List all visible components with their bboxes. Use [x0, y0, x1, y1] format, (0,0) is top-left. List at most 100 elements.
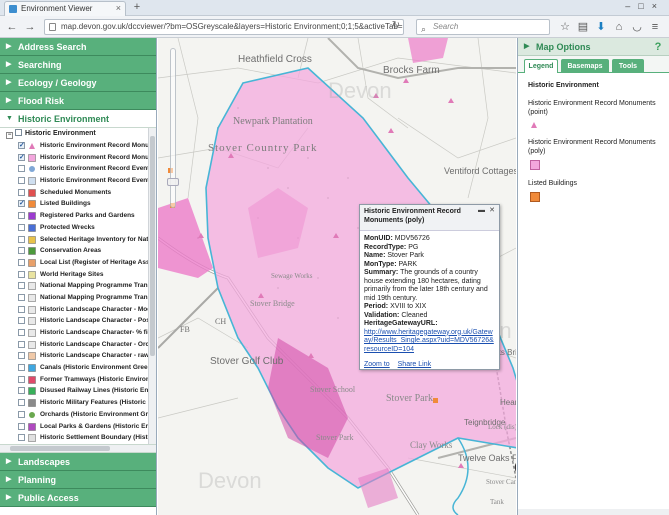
layer-item[interactable]: Historic Settlement Boundary (Historic [0, 432, 148, 444]
layer-item[interactable]: Canals (Historic Environment Green In [0, 362, 148, 374]
collapse-icon[interactable]: − [6, 132, 13, 139]
layer-checkbox[interactable] [18, 140, 25, 152]
layer-checkbox[interactable] [18, 177, 25, 185]
layer-item[interactable]: Former Tramways (Historic Environme [0, 374, 148, 386]
layer-item[interactable]: Disused Railway Lines (Historic Enviro [0, 385, 148, 397]
section-searching[interactable]: ▶ Searching [0, 56, 156, 74]
layer-checkbox[interactable] [18, 329, 25, 336]
layer-checkbox[interactable] [18, 282, 25, 290]
layer-checkbox[interactable] [18, 165, 25, 173]
layer-item[interactable]: Historic Landscape Character - raw da [0, 350, 148, 362]
section-historic-environment[interactable]: ▼ Historic Environment [0, 110, 156, 128]
layer-checkbox[interactable] [18, 152, 25, 163]
layer-checkbox[interactable] [18, 212, 25, 220]
map-label: Sewage Works [271, 272, 313, 280]
layer-checkbox[interactable] [18, 340, 25, 348]
layer-checkbox[interactable] [18, 305, 25, 313]
reading-list-icon[interactable]: ▤ [574, 19, 592, 35]
tab-legend[interactable]: Legend [524, 59, 558, 73]
layer-item[interactable]: Registered Parks and Gardens [0, 210, 148, 222]
menu-icon[interactable]: ≡ [646, 19, 664, 35]
layer-checkbox[interactable] [18, 293, 25, 301]
close-icon[interactable]: ✕ [489, 207, 495, 216]
layer-item[interactable]: National Mapping Programme Transcrip [0, 292, 148, 304]
hscrollbar-thumb[interactable] [10, 446, 110, 451]
url-bar[interactable]: map.devon.gov.uk/dccviewer/?bm=OSGreysca… [44, 19, 404, 35]
layer-item[interactable]: Historic Military Features (Historic Env [0, 397, 148, 409]
pocket-icon[interactable]: ◡ [628, 19, 646, 35]
layer-item[interactable]: Protected Wrecks [0, 222, 148, 234]
layer-checkbox[interactable] [18, 223, 25, 231]
layer-checkbox[interactable] [18, 399, 25, 407]
section-landscapes[interactable]: ▶ Landscapes [0, 453, 156, 471]
tab-tools[interactable]: Tools [612, 59, 644, 73]
layer-checkbox[interactable] [18, 247, 25, 255]
layer-tree-hscrollbar[interactable] [0, 445, 156, 453]
layer-item[interactable]: Historic Environment Record Monume [0, 140, 148, 152]
layer-checkbox[interactable] [18, 375, 25, 383]
map-label: Clay Works [410, 440, 453, 450]
layer-checkbox[interactable] [18, 235, 25, 243]
map-options-title: Map Options [536, 42, 591, 52]
layer-item[interactable]: Historic Landscape Character - Postme [0, 315, 148, 327]
layer-item[interactable]: Historic Environment Record Monume [0, 152, 148, 163]
layer-checkbox[interactable] [18, 410, 25, 418]
map-options-header[interactable]: ▶ Map Options ? [518, 38, 669, 56]
layer-item[interactable]: Orchards (Historic Environment Green [0, 409, 148, 421]
layer-checkbox[interactable] [18, 434, 25, 442]
back-button[interactable]: ← [4, 19, 20, 35]
close-tab-icon[interactable]: × [116, 2, 121, 15]
tab-basemaps[interactable]: Basemaps [561, 59, 609, 73]
layer-item[interactable]: Historic Environment Record Events (p [0, 163, 148, 175]
heritage-gateway-link[interactable]: http://www.heritagegateway.org.uk/Gatewa… [364, 329, 495, 355]
layer-item[interactable]: Historic Landscape Character - Orcharc [0, 339, 148, 351]
forward-button[interactable]: → [22, 19, 38, 35]
section-flood-risk[interactable]: ▶ Flood Risk [0, 92, 156, 110]
layer-item[interactable]: Conservation Areas [0, 245, 148, 257]
layer-item[interactable]: Historic Environment Record Events (p [0, 175, 148, 187]
section-label: Landscapes [18, 457, 71, 467]
layer-checkbox[interactable] [18, 422, 25, 430]
share-link[interactable]: Share Link [398, 361, 431, 368]
minimize-icon[interactable]: ▬ [478, 207, 485, 216]
legend-hscrollbar[interactable] [518, 509, 669, 515]
zoom-to-link[interactable]: Zoom to [364, 361, 390, 368]
section-address-search[interactable]: ▶ Address Search [0, 38, 156, 56]
home-icon[interactable]: ⌂ [610, 19, 628, 35]
layer-checkbox[interactable] [18, 352, 25, 360]
section-public-access[interactable]: ▶ Public Access [0, 489, 156, 507]
group-checkbox[interactable] [15, 129, 22, 136]
layer-item[interactable]: Scheduled Monuments [0, 187, 148, 199]
layer-item[interactable]: National Mapping Programme Transcrip [0, 280, 148, 292]
reload-icon[interactable]: ↻ [390, 19, 402, 33]
window-controls[interactable]: –□× [625, 1, 665, 11]
browser-tab[interactable]: Environment Viewer × [4, 1, 126, 16]
tree-root[interactable]: − Historic Environment [0, 128, 156, 140]
layer-item[interactable]: Historic Landscape Character - Modern [0, 304, 148, 316]
bookmark-star-icon[interactable]: ☆ [556, 19, 574, 35]
layer-checkbox[interactable] [18, 188, 25, 196]
browser-search-input[interactable]: ⌕ Search [416, 19, 550, 35]
scrollbar-thumb[interactable] [150, 136, 155, 356]
layer-item[interactable]: Local Parks & Gardens (Historic Enviro [0, 421, 148, 433]
layer-checkbox[interactable] [18, 198, 25, 210]
download-icon[interactable]: ⬇ [592, 19, 610, 35]
legend-item-label: Historic Environment Record Monuments (p… [528, 139, 656, 155]
layer-item[interactable]: Selected Heritage Inventory for Natura [0, 234, 148, 246]
section-planning[interactable]: ▶ Planning [0, 471, 156, 489]
new-tab-button[interactable]: + [130, 2, 144, 14]
layer-checkbox[interactable] [18, 258, 25, 266]
layer-tree-scrollbar[interactable] [148, 128, 156, 444]
layer-item[interactable]: Local List (Register of Heritage Assets [0, 257, 148, 269]
legend-item-label: Listed Buildings [528, 180, 578, 187]
layer-checkbox[interactable] [18, 364, 25, 372]
layer-item[interactable]: Historic Landscape Character- % field b [0, 327, 148, 339]
layer-checkbox[interactable] [18, 387, 25, 395]
help-icon[interactable]: ? [652, 40, 664, 54]
zoom-slider-handle[interactable] [167, 178, 179, 186]
layer-checkbox[interactable] [18, 317, 25, 325]
layer-checkbox[interactable] [18, 270, 25, 278]
layer-item[interactable]: World Heritage Sites [0, 269, 148, 281]
section-ecology-geology[interactable]: ▶ Ecology / Geology [0, 74, 156, 92]
layer-item[interactable]: Listed Buildings [0, 198, 148, 210]
